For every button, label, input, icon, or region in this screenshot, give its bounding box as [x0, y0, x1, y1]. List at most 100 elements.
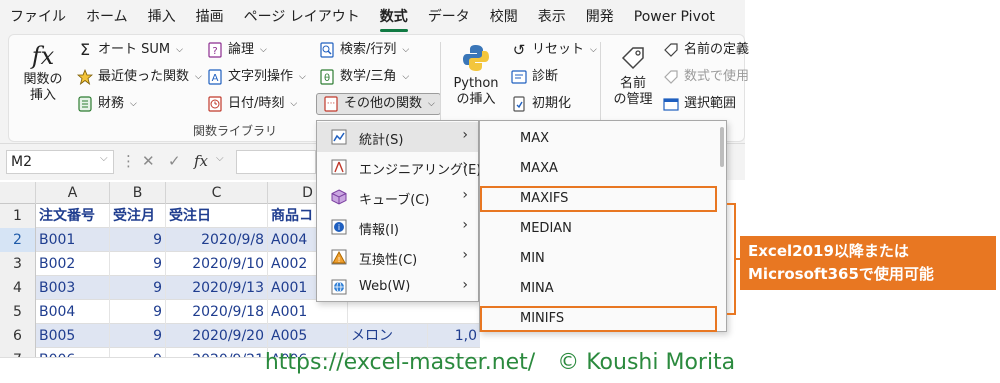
table-cell[interactable]: B003: [36, 276, 110, 300]
chevron-down-icon: ⌵: [428, 99, 435, 109]
diagnostics-button[interactable]: 診断: [510, 66, 558, 88]
reset-button[interactable]: ↺ リセット ⌵: [510, 39, 597, 61]
table-cell[interactable]: 9: [110, 276, 166, 300]
row-header[interactable]: 3: [0, 252, 36, 276]
highlight-maxifs: [480, 186, 717, 212]
initialize-button[interactable]: 初期化: [510, 93, 571, 115]
financial-button[interactable]: 財務 ⌵: [76, 93, 137, 115]
svg-text:θ: θ: [324, 73, 330, 84]
statistics-icon: [331, 129, 347, 145]
callout-line-1: Excel2019以降または: [748, 242, 909, 260]
table-cell[interactable]: A001: [268, 300, 348, 324]
table-cell[interactable]: 9: [110, 228, 166, 252]
tab-insert[interactable]: 挿入: [138, 0, 186, 34]
header-cell[interactable]: 受注月: [110, 204, 166, 228]
more-icon: ⋮: [121, 152, 136, 170]
header-cell[interactable]: 注文番号: [36, 204, 110, 228]
submenu-scrollbar[interactable]: [720, 127, 724, 167]
logical-icon: ?: [206, 41, 224, 59]
function-item-max[interactable]: MAX: [480, 124, 726, 154]
table-cell[interactable]: 9: [110, 252, 166, 276]
row-header[interactable]: 2: [0, 228, 36, 252]
insert-function-label-1: 関数の: [23, 72, 63, 87]
function-item-median[interactable]: MEDIAN: [480, 214, 726, 244]
function-item-min[interactable]: MIN: [480, 244, 726, 274]
tab-developer[interactable]: 開発: [576, 0, 624, 34]
function-item-maxa[interactable]: MAXA: [480, 154, 726, 184]
web-icon: [331, 279, 347, 295]
table-cell[interactable]: B004: [36, 300, 110, 324]
table-cell[interactable]: 2020/9/18: [166, 300, 268, 324]
table-cell[interactable]: 2020/9/10: [166, 252, 268, 276]
math-button[interactable]: θ 数学/三角 ⌵: [318, 66, 409, 88]
more-functions-button[interactable]: ··· その他の関数 ⌵: [316, 93, 441, 115]
name-manager-button[interactable]: 名前 の管理: [608, 40, 658, 108]
table-cell[interactable]: 9: [110, 300, 166, 324]
insert-python-button[interactable]: Python の挿入: [448, 40, 504, 108]
name-manager-label-1: 名前: [619, 76, 646, 91]
chevron-down-icon[interactable]: ⌵: [100, 153, 108, 164]
chevron-down-icon[interactable]: ⌵: [216, 153, 224, 164]
use-in-formula-icon: [662, 68, 680, 86]
tab-file[interactable]: ファイル: [0, 0, 76, 34]
name-box[interactable]: M2: [6, 150, 114, 174]
tab-view[interactable]: 表示: [528, 0, 576, 34]
create-from-selection-button[interactable]: 選択範囲: [662, 93, 736, 115]
cancel-icon[interactable]: ✕: [142, 152, 155, 170]
row-header[interactable]: 5: [0, 300, 36, 324]
fx-icon[interactable]: fx: [194, 152, 208, 170]
insert-function-button[interactable]: fx 関数の 挿入: [18, 40, 68, 104]
chevron-down-icon: ⌵: [260, 45, 267, 55]
tab-review[interactable]: 校閲: [480, 0, 528, 34]
function-item-mina[interactable]: MINA: [480, 274, 726, 304]
column-header-a[interactable]: A: [36, 182, 110, 204]
reset-label: リセット: [532, 42, 585, 57]
row-header[interactable]: 1: [0, 204, 36, 228]
select-all-corner[interactable]: [0, 182, 36, 204]
menu-item-compatibility[interactable]: ! 互換性(C) ›: [317, 242, 478, 272]
text-icon: A: [206, 68, 224, 86]
python-label-2: の挿入: [456, 92, 496, 107]
footer-credit: https://excel-master.net/ © Koushi Morit…: [264, 350, 736, 375]
lookup-button[interactable]: 検索/行列 ⌵: [318, 39, 409, 61]
define-name-button[interactable]: 名前の定義: [662, 39, 749, 61]
enter-icon[interactable]: ✓: [168, 152, 181, 170]
header-cell[interactable]: 受注日: [166, 204, 268, 228]
tab-data[interactable]: データ: [418, 0, 480, 34]
python-icon: [448, 40, 504, 76]
row-header[interactable]: 4: [0, 276, 36, 300]
callout-line-2: Microsoft365で使用可能: [748, 265, 934, 283]
tab-power-pivot[interactable]: Power Pivot: [624, 0, 725, 34]
use-in-formula-button[interactable]: 数式で使用: [662, 66, 749, 88]
menu-item-label: 互換性(C): [359, 253, 418, 268]
autosum-button[interactable]: Σ オート SUM ⌵: [76, 39, 183, 61]
column-header-c[interactable]: C: [166, 182, 268, 204]
menu-item-engineering[interactable]: エンジニアリング(E) ›: [317, 152, 481, 182]
formula-input[interactable]: [236, 150, 316, 174]
text-button[interactable]: A 文字列操作 ⌵: [206, 66, 306, 88]
tab-home[interactable]: ホーム: [76, 0, 138, 34]
statistics-submenu: MAX MAXA MAXIFS MEDIAN MIN MINA MINIFS: [479, 120, 727, 332]
table-cell[interactable]: 2020/9/13: [166, 276, 268, 300]
logical-button[interactable]: ? 論理 ⌵: [206, 39, 267, 61]
sigma-icon: Σ: [79, 40, 91, 59]
tab-formulas[interactable]: 数式: [370, 0, 418, 34]
table-cell[interactable]: B002: [36, 252, 110, 276]
highlight-minifs: [480, 306, 717, 332]
datetime-button[interactable]: 日付/時刻 ⌵: [206, 93, 297, 115]
table-cell[interactable]: B001: [36, 228, 110, 252]
menu-item-web[interactable]: Web(W) ›: [317, 272, 478, 302]
recent-functions-button[interactable]: 最近使った関数 ⌵: [76, 66, 202, 88]
menu-item-cube[interactable]: キューブ(C) ›: [317, 182, 478, 212]
menu-item-statistics[interactable]: 統計(S) ›: [317, 122, 478, 152]
column-header-b[interactable]: B: [110, 182, 166, 204]
lookup-icon: [318, 41, 336, 59]
menu-item-label: 情報(I): [359, 223, 399, 238]
tab-draw[interactable]: 描画: [186, 0, 234, 34]
tab-page-layout[interactable]: ページ レイアウト: [234, 0, 370, 34]
autosum-label: オート SUM: [98, 42, 171, 57]
menu-item-information[interactable]: i 情報(I) ›: [317, 212, 478, 242]
chevron-down-icon: ⌵: [590, 45, 597, 55]
table-cell[interactable]: 2020/9/8: [166, 228, 268, 252]
function-library-label: 関数ライブラリ: [193, 124, 278, 138]
